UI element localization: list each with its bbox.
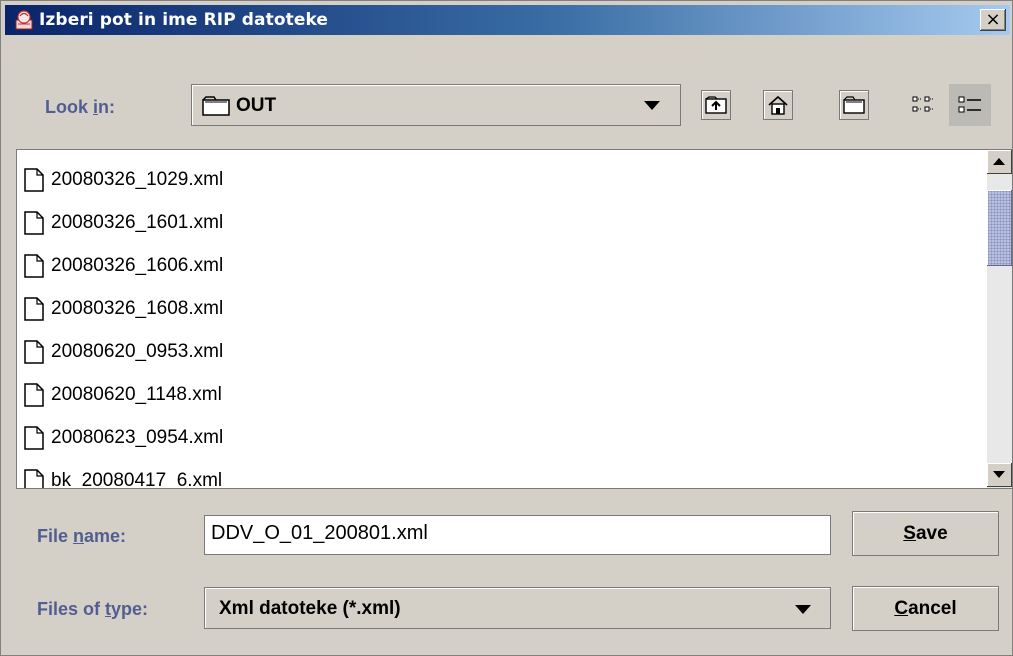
list-item[interactable]: 20080326_1601.xml xyxy=(24,206,223,240)
close-icon: × xyxy=(985,9,1001,30)
vertical-scrollbar[interactable] xyxy=(987,150,1012,488)
home-icon xyxy=(768,95,788,115)
look-in-value: OUT xyxy=(236,95,277,116)
details-view-icon xyxy=(958,96,981,113)
window-title: Izberi pot in ime RIP datoteke xyxy=(39,10,329,30)
file-name-label-suffix: ame: xyxy=(84,526,127,546)
up-one-level-button[interactable] xyxy=(695,84,737,126)
list-item[interactable]: 20080620_0953.xml xyxy=(24,335,223,369)
list-item[interactable]: 20080326_1606.xml xyxy=(24,249,223,283)
scroll-down-button[interactable] xyxy=(987,463,1012,487)
list-view-button[interactable] xyxy=(903,84,945,126)
file-name: 20080326_1029.xml xyxy=(51,169,224,190)
file-name-value: DDV_O_01_200801.xml xyxy=(211,522,428,544)
scrollbar-thumb[interactable] xyxy=(987,190,1012,266)
save-label: ave xyxy=(915,522,948,544)
arrow-down-icon xyxy=(993,471,1005,478)
file-name-label: File name: xyxy=(37,526,126,547)
look-in-combobox[interactable]: OUT xyxy=(191,84,681,126)
file-name: 20080620_1148.xml xyxy=(51,384,222,405)
file-name: 20080326_1606.xml xyxy=(51,255,224,276)
file-icon xyxy=(24,469,44,488)
scroll-up-button[interactable] xyxy=(987,150,1012,174)
app-icon xyxy=(15,10,33,30)
file-icon xyxy=(24,168,44,192)
file-icon xyxy=(24,383,44,407)
look-in-label: Look in: xyxy=(45,97,115,118)
file-icon xyxy=(24,211,44,235)
file-name-input[interactable]: DDV_O_01_200801.xml xyxy=(204,515,831,555)
look-in-label-suffix: n: xyxy=(98,97,116,117)
file-icon xyxy=(24,426,44,450)
list-item[interactable]: bk_20080417_6.xml xyxy=(24,464,223,489)
save-mnemonic: S xyxy=(903,522,916,544)
list-view-icon xyxy=(912,96,934,112)
list-item[interactable]: 20080623_0954.xml xyxy=(24,421,223,455)
details-view-button[interactable] xyxy=(949,84,991,126)
chevron-down-icon[interactable] xyxy=(644,101,660,110)
cancel-mnemonic: C xyxy=(894,597,909,619)
cancel-button[interactable]: Cancel xyxy=(852,586,999,631)
files-of-type-label-suffix: ype: xyxy=(111,599,149,619)
save-button[interactable]: Save xyxy=(852,511,999,556)
files-of-type-combobox[interactable]: Xml datoteke (*.xml) xyxy=(204,587,831,629)
files-of-type-label-text: Files of xyxy=(37,599,106,619)
chevron-down-icon[interactable] xyxy=(795,605,811,614)
create-new-folder-button[interactable] xyxy=(833,84,875,126)
files-of-type-label: Files of type: xyxy=(37,599,148,620)
file-name: 20080620_0953.xml xyxy=(51,341,224,362)
close-button[interactable]: × xyxy=(980,9,1006,31)
list-item[interactable]: 20080620_1148.xml xyxy=(24,378,222,412)
file-chooser-dialog: Izberi pot in ime RIP datoteke × Look in… xyxy=(0,0,1013,656)
new-folder-icon xyxy=(843,96,865,114)
folder-icon xyxy=(202,96,230,116)
list-item[interactable]: 20080326_1608.xml xyxy=(24,292,223,326)
arrow-up-icon xyxy=(993,158,1005,165)
file-icon xyxy=(24,254,44,278)
file-icon xyxy=(24,340,44,364)
cancel-label: ancel xyxy=(908,597,957,619)
file-icon xyxy=(24,297,44,321)
up-folder-icon xyxy=(705,96,727,114)
look-in-label-text: Look xyxy=(45,97,93,117)
files-of-type-value: Xml datoteke (*.xml) xyxy=(219,598,401,619)
file-name: 20080623_0954.xml xyxy=(51,427,224,448)
file-list[interactable]: 20080326_1029.xml 20080326_1601.xml 2008… xyxy=(16,149,1013,489)
home-button[interactable] xyxy=(757,84,799,126)
list-item[interactable]: 20080326_1029.xml xyxy=(24,163,223,197)
file-name: bk_20080417_6.xml xyxy=(51,470,223,489)
file-name: 20080326_1608.xml xyxy=(51,298,224,319)
file-name-label-text: File xyxy=(37,526,74,546)
title-bar[interactable]: Izberi pot in ime RIP datoteke × xyxy=(5,5,1010,35)
file-name-mnemonic: n xyxy=(73,526,85,546)
file-name: 20080326_1601.xml xyxy=(51,212,224,233)
